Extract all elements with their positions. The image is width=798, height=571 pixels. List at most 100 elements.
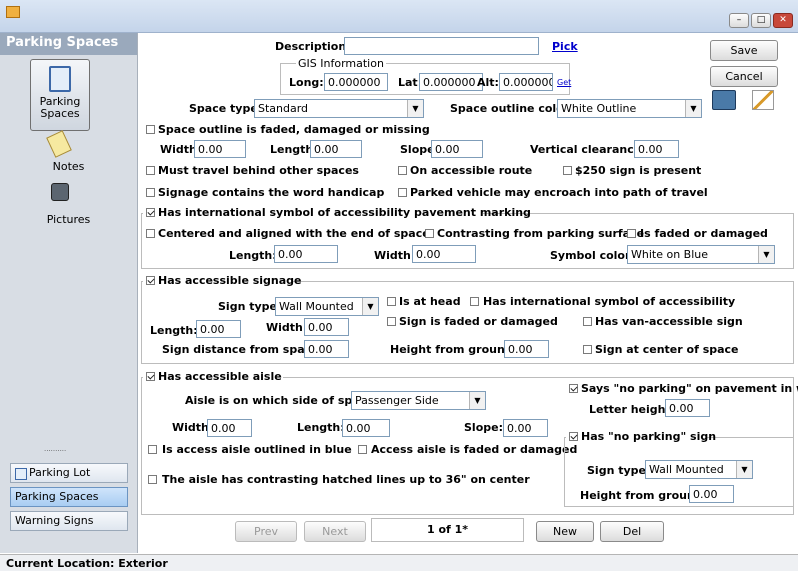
aisle-hatched-label: The aisle has contrasting hatched lines …	[162, 473, 530, 486]
intl-marking-label: Has international symbol of accessibilit…	[158, 206, 531, 219]
at-head-checkbox[interactable]	[387, 297, 396, 306]
van-sign-label: Has van-accessible sign	[595, 315, 743, 328]
says-noparking-checkbox[interactable]	[569, 384, 578, 393]
sym-width-input[interactable]: 0.00	[412, 245, 476, 263]
sidebar-item-label: Parking Spaces	[39, 95, 81, 120]
sidebar-item-parking-spaces[interactable]: Parking Spaces	[30, 59, 90, 131]
long-input[interactable]: 0.000000	[324, 73, 388, 91]
intl-marking-checkbox[interactable]	[146, 208, 155, 217]
slope-input[interactable]: 0.00	[431, 140, 483, 158]
alt-input[interactable]: 0.000000	[499, 73, 553, 91]
nav-label: Warning Signs	[15, 514, 94, 527]
sym-color-select[interactable]: White on Blue ▼	[627, 245, 775, 264]
aisle-length-input[interactable]: 0.00	[342, 419, 390, 437]
chevron-down-icon: ▼	[469, 392, 485, 409]
app-icon	[6, 6, 20, 18]
vclear-input[interactable]: 0.00	[634, 140, 679, 158]
status-bar: Current Location: Exterior	[0, 554, 798, 571]
title-bar: – □ ✕	[0, 0, 798, 33]
sym-length-label: Length:	[229, 249, 277, 262]
gis-title: GIS Information	[296, 57, 386, 70]
prev-button[interactable]: Prev	[235, 521, 297, 542]
aisle-label: Has accessible aisle	[158, 370, 282, 383]
pick-link[interactable]: Pick	[552, 40, 578, 53]
nav-parking-spaces[interactable]: Parking Spaces	[10, 487, 128, 507]
camera-icon[interactable]	[712, 90, 736, 110]
space-type-select[interactable]: Standard ▼	[254, 99, 424, 118]
sign250-label: $250 sign is present	[575, 164, 702, 177]
sidebar-item-pictures[interactable]: Pictures	[0, 213, 137, 226]
aisle-checkbox[interactable]	[146, 372, 155, 381]
aisle-slope-label: Slope:	[464, 421, 503, 434]
sign-type-select[interactable]: Wall Mounted ▼	[275, 297, 379, 316]
sign-center-checkbox[interactable]	[583, 345, 592, 354]
sign-length-input[interactable]: 0.00	[196, 320, 241, 338]
aisle-length-label: Length:	[297, 421, 345, 434]
np-type-select[interactable]: Wall Mounted ▼	[645, 460, 753, 479]
save-button[interactable]: Save	[710, 40, 778, 61]
maximize-button[interactable]: □	[751, 13, 771, 28]
np-height-input[interactable]: 0.00	[689, 485, 734, 503]
handicap-label: Signage contains the word handicap	[158, 186, 385, 199]
at-head-label: Is at head	[399, 295, 461, 308]
close-button[interactable]: ✕	[773, 13, 793, 28]
sign250-checkbox[interactable]	[563, 166, 572, 175]
aisle-side-select[interactable]: Passenger Side ▼	[351, 391, 486, 410]
cancel-button[interactable]: Cancel	[710, 66, 778, 87]
noparking-sign-checkbox[interactable]	[569, 432, 578, 441]
description-label: Description:	[275, 40, 351, 53]
sign-type-label: Sign type:	[218, 300, 282, 313]
outline-faded-checkbox[interactable]	[146, 125, 155, 134]
edit-pencil-icon[interactable]	[752, 90, 774, 110]
handicap-checkbox[interactable]	[146, 188, 155, 197]
behind-checkbox[interactable]	[146, 166, 155, 175]
sign-faded-checkbox[interactable]	[387, 317, 396, 326]
sign-height-input[interactable]: 0.00	[504, 340, 549, 358]
new-button[interactable]: New	[536, 521, 594, 542]
letter-height-input[interactable]: 0.00	[665, 399, 710, 417]
van-sign-checkbox[interactable]	[583, 317, 592, 326]
signage-checkbox[interactable]	[146, 276, 155, 285]
nav-parking-lot[interactable]: Parking Lot	[10, 463, 128, 483]
notepad-icon[interactable]	[46, 130, 72, 158]
noparking-sign-label: Has "no parking" sign	[581, 430, 717, 443]
next-button[interactable]: Next	[304, 521, 366, 542]
sym-faded-checkbox[interactable]	[627, 229, 636, 238]
sign-width-label: Width:	[266, 321, 308, 334]
nav-warning-signs[interactable]: Warning Signs	[10, 511, 128, 531]
behind-label: Must travel behind other spaces	[158, 164, 359, 177]
sign-dist-input[interactable]: 0.00	[304, 340, 349, 358]
aisle-width-input[interactable]: 0.00	[207, 419, 252, 437]
get-link[interactable]: Get	[557, 78, 571, 87]
outline-color-label: Space outline color:	[450, 102, 574, 115]
on-route-checkbox[interactable]	[398, 166, 407, 175]
says-noparking-label: Says "no parking" on pavement in white	[581, 382, 798, 395]
sign-width-input[interactable]: 0.00	[304, 318, 349, 336]
sign-center-label: Sign at center of space	[595, 343, 739, 356]
aisle-blue-checkbox[interactable]	[148, 445, 157, 454]
sign-dist-label: Sign distance from space:	[162, 343, 324, 356]
length-input[interactable]: 0.00	[310, 140, 362, 158]
aisle-faded-checkbox[interactable]	[358, 445, 367, 454]
outline-color-select[interactable]: White Outline ▼	[557, 99, 702, 118]
sym-length-input[interactable]: 0.00	[274, 245, 338, 263]
description-input[interactable]	[344, 37, 539, 55]
aisle-blue-label: Is access aisle outlined in blue	[162, 443, 352, 456]
delete-button[interactable]: Del	[600, 521, 664, 542]
alt-label: Alt:	[477, 76, 499, 89]
sign-length-label: Length:	[150, 324, 198, 337]
has-intl-checkbox[interactable]	[470, 297, 479, 306]
centered-label: Centered and aligned with the end of spa…	[158, 227, 430, 240]
minimize-button[interactable]: –	[729, 13, 749, 28]
width-input[interactable]: 0.00	[194, 140, 246, 158]
aisle-hatched-checkbox[interactable]	[148, 475, 157, 484]
contrasting-checkbox[interactable]	[425, 229, 434, 238]
sidebar-item-notes[interactable]: Notes	[0, 160, 137, 173]
centered-checkbox[interactable]	[146, 229, 155, 238]
aisle-slope-input[interactable]: 0.00	[503, 419, 548, 437]
lat-input[interactable]: 0.000000	[419, 73, 483, 91]
encroach-checkbox[interactable]	[398, 188, 407, 197]
nav-label: Parking Lot	[29, 466, 91, 479]
page-indicator: 1 of 1*	[371, 518, 524, 542]
camera-icon[interactable]	[51, 183, 69, 201]
